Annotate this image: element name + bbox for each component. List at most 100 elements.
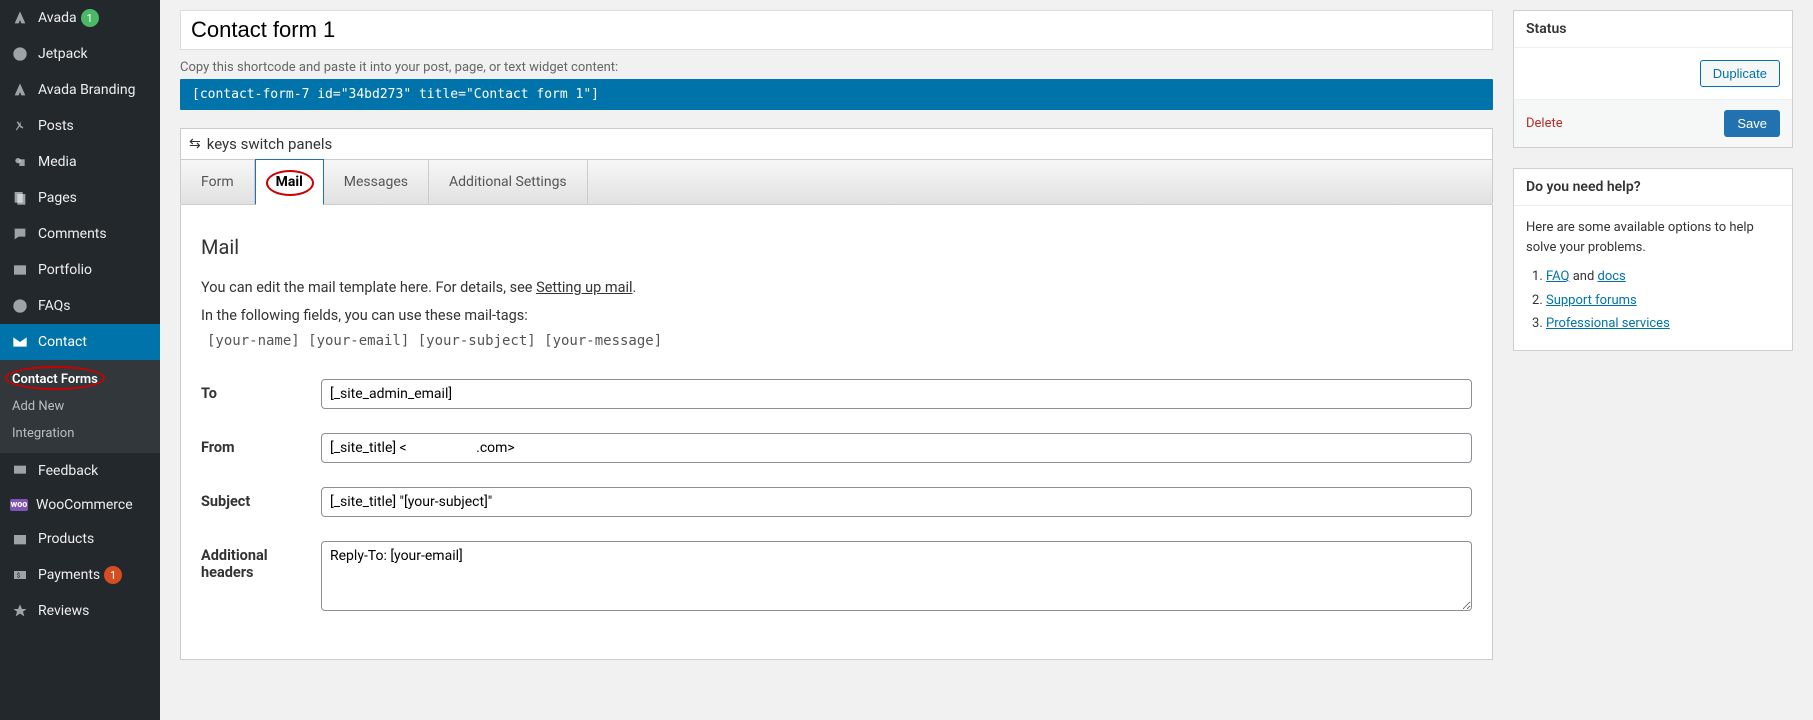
sidebar-item-feedback[interactable]: Feedback (0, 453, 160, 489)
help-box-title: Do you need help? (1514, 169, 1792, 206)
sidebar-item-woocommerce[interactable]: woo WooCommerce (0, 489, 160, 521)
setting-up-mail-link[interactable]: Setting up mail (536, 279, 632, 296)
avada-branding-icon (10, 80, 30, 100)
field-subject-label: Subject (201, 487, 321, 517)
sidebar-sub-contact-forms[interactable]: Contact Forms (0, 366, 160, 393)
sidebar-label: Payments (38, 567, 100, 583)
forums-link[interactable]: Support forums (1546, 293, 1637, 308)
arrows-icon: ⇆ (189, 136, 201, 152)
sidebar-label: Comments (38, 226, 107, 242)
tab-label: Mail (276, 174, 303, 190)
sidebar-label: Avada (38, 10, 77, 26)
mail-desc-1: You can edit the mail template here. For… (201, 277, 1472, 299)
side-column: Status Duplicate Delete Save Do you need… (1513, 10, 1793, 371)
woocommerce-icon: woo (10, 499, 28, 511)
sidebar-label: WooCommerce (36, 497, 133, 513)
faq-link[interactable]: FAQ (1546, 269, 1569, 284)
mail-desc-text: . (633, 279, 637, 296)
help-item-forums: Support forums (1546, 291, 1780, 311)
mail-tags: [your-name] [your-email] [your-subject] … (207, 333, 1472, 349)
portfolio-icon (10, 260, 30, 280)
help-and-text: and (1569, 269, 1597, 284)
help-intro: Here are some available options to help … (1526, 218, 1780, 257)
mail-desc-2: In the following fields, you can use the… (201, 305, 1472, 327)
sidebar-item-media[interactable]: Media (0, 144, 160, 180)
tab-messages[interactable]: Messages (324, 160, 429, 204)
sidebar-label: Avada Branding (38, 82, 136, 98)
duplicate-button[interactable]: Duplicate (1700, 60, 1780, 87)
field-to-label: To (201, 379, 321, 409)
sidebar-label: Portfolio (38, 262, 92, 278)
svg-text:$: $ (17, 572, 21, 580)
pages-icon (10, 188, 30, 208)
mail-icon (10, 332, 30, 352)
field-from-label: From (201, 433, 321, 463)
sidebar-sub-label: Add New (12, 399, 64, 414)
avada-icon (10, 8, 30, 28)
sidebar-sub-label: Contact Forms (12, 372, 98, 387)
mail-panel: Mail You can edit the mail template here… (180, 205, 1493, 660)
star-icon (10, 601, 30, 621)
tab-label: Messages (344, 174, 408, 190)
sidebar-label: FAQs (38, 298, 71, 314)
sidebar-label: Pages (38, 190, 77, 206)
shortcode-hint: Copy this shortcode and paste it into yo… (180, 60, 1493, 75)
keys-switch-hint: ⇆ keys switch panels (180, 128, 1493, 160)
sidebar-item-avada[interactable]: Avada 1 (0, 0, 160, 36)
sidebar-submenu-contact: Contact Forms Add New Integration (0, 360, 160, 453)
sidebar-item-pages[interactable]: Pages (0, 180, 160, 216)
sidebar-label: Contact (38, 334, 87, 350)
field-to-input[interactable] (321, 379, 1472, 409)
field-headers-label: Additional headers (201, 541, 321, 615)
sidebar-label: Reviews (38, 603, 89, 619)
save-button[interactable]: Save (1724, 110, 1780, 137)
feedback-icon (10, 461, 30, 481)
delete-link[interactable]: Delete (1526, 116, 1563, 131)
mail-heading: Mail (201, 235, 1472, 259)
field-from: From (201, 433, 1472, 463)
pin-icon (10, 116, 30, 136)
sidebar-item-avada-branding[interactable]: Avada Branding (0, 72, 160, 108)
field-subject-input[interactable] (321, 487, 1472, 517)
shortcode-box[interactable]: [contact-form-7 id="34bd273" title="Cont… (180, 79, 1493, 110)
products-icon (10, 529, 30, 549)
update-badge: 1 (81, 9, 99, 27)
sidebar-item-portfolio[interactable]: Portfolio (0, 252, 160, 288)
notification-badge: 1 (104, 566, 122, 584)
sidebar-item-posts[interactable]: Posts (0, 108, 160, 144)
tab-additional-settings[interactable]: Additional Settings (429, 160, 588, 204)
field-to: To (201, 379, 1472, 409)
help-item-pro: Professional services (1546, 314, 1780, 334)
sidebar-label: Feedback (38, 463, 98, 479)
form-title-input[interactable] (180, 10, 1493, 50)
sidebar-item-reviews[interactable]: Reviews (0, 593, 160, 629)
help-item-faq: FAQ and docs (1546, 267, 1780, 287)
tab-form[interactable]: Form (181, 160, 255, 204)
sidebar-item-payments[interactable]: $ Payments 1 (0, 557, 160, 593)
sidebar-item-contact[interactable]: Contact (0, 324, 160, 360)
status-box-title: Status (1514, 11, 1792, 48)
sidebar-item-faqs[interactable]: FAQs (0, 288, 160, 324)
field-additional-headers: Additional headers Reply-To: [your-email… (201, 541, 1472, 615)
admin-sidebar: Avada 1 Jetpack Avada Branding Posts Med… (0, 0, 160, 720)
media-icon (10, 152, 30, 172)
info-icon (10, 296, 30, 316)
field-subject: Subject (201, 487, 1472, 517)
mail-desc-text: You can edit the mail template here. For… (201, 279, 536, 296)
main-content: Copy this shortcode and paste it into yo… (160, 0, 1813, 720)
pro-services-link[interactable]: Professional services (1546, 316, 1670, 331)
docs-link[interactable]: docs (1598, 269, 1626, 284)
tab-label: Form (201, 174, 234, 190)
sidebar-item-products[interactable]: Products (0, 521, 160, 557)
sidebar-item-jetpack[interactable]: Jetpack (0, 36, 160, 72)
status-box: Status Duplicate Delete Save (1513, 10, 1793, 148)
sidebar-item-comments[interactable]: Comments (0, 216, 160, 252)
sidebar-sub-add-new[interactable]: Add New (0, 393, 160, 420)
sidebar-sub-integration[interactable]: Integration (0, 420, 160, 447)
field-headers-textarea[interactable]: Reply-To: [your-email] (321, 541, 1472, 611)
tab-mail[interactable]: Mail (255, 159, 324, 205)
content-column: Copy this shortcode and paste it into yo… (180, 10, 1493, 660)
jetpack-icon (10, 44, 30, 64)
field-from-input[interactable] (321, 433, 1472, 463)
payments-icon: $ (10, 565, 30, 585)
